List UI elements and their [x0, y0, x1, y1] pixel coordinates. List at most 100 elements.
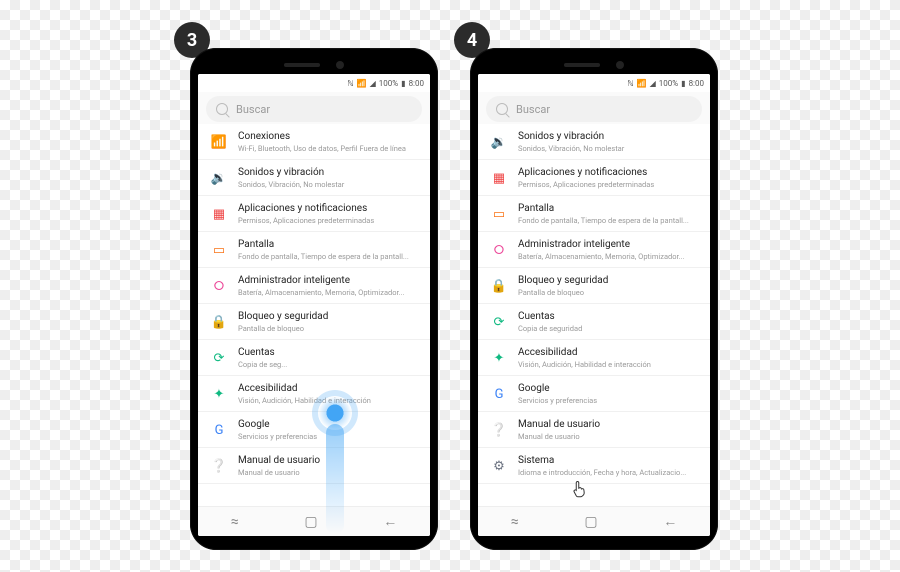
settings-item-title: Sonidos y vibración: [238, 167, 418, 179]
settings-item[interactable]: ❔ Manual de usuarioManual de usuario: [478, 412, 710, 448]
settings-item[interactable]: ✦ AccesibilidadVisión, Audición, Habilida…: [478, 340, 710, 376]
settings-item-title: Aplicaciones y notificaciones: [238, 203, 418, 215]
nfc-icon: ℕ: [627, 79, 633, 88]
settings-item[interactable]: ▭ PantallaFondo de pantalla, Tiempo de es…: [478, 196, 710, 232]
settings-item[interactable]: 🔉Sonidos y vibraciónSonidos, Vibración, …: [478, 124, 710, 160]
settings-item-subtitle: Batería, Almacenamiento, Memoria, Optimi…: [238, 288, 418, 297]
settings-item-title: Conexiones: [238, 131, 418, 143]
settings-item-subtitle: Copia de seg...: [238, 360, 418, 369]
settings-item-title: Sonidos y vibración: [518, 131, 698, 143]
settings-item-subtitle: Sonidos, Vibración, No molestar: [238, 180, 418, 189]
battery-text: 100%: [659, 79, 678, 88]
nav-recent-button[interactable]: ≈: [497, 510, 533, 534]
settings-item-title: Accesibilidad: [238, 383, 418, 395]
settings-item-title: Google: [518, 383, 698, 395]
settings-item-title: Bloqueo y seguridad: [518, 275, 698, 287]
settings-item[interactable]: 🔉 Sonidos y vibraciónSonidos, Vibración, …: [198, 160, 430, 196]
nav-back-button[interactable]: ←: [649, 509, 691, 534]
settings-item[interactable]: G GoogleServicios y preferencias: [478, 376, 710, 412]
settings-item-subtitle: Visión, Audición, Habilidad e interacció…: [518, 360, 698, 369]
settings-item[interactable]: 🔒 Bloqueo y seguridadPantalla de bloqueo: [198, 304, 430, 340]
manual-icon: ❔: [490, 421, 508, 439]
settings-item[interactable]: 🔒 Bloqueo y seguridadPantalla de bloqueo: [478, 268, 710, 304]
search-input[interactable]: Buscar: [206, 96, 422, 122]
system-icon: ⚙: [490, 457, 508, 475]
battery-icon: ▮: [401, 79, 405, 88]
signal-status-icon: ◢: [370, 79, 376, 88]
settings-item-title: Bloqueo y seguridad: [238, 311, 418, 323]
display-icon: ▭: [490, 205, 508, 223]
a11y-icon: ✦: [210, 385, 228, 403]
nav-recent-button[interactable]: ≈: [217, 510, 253, 534]
settings-item[interactable]: ▭ PantallaFondo de pantalla, Tiempo de es…: [198, 232, 430, 268]
settings-item-title: Accesibilidad: [518, 347, 698, 359]
apps-icon: ▦: [210, 205, 228, 223]
settings-item-title: Sistema: [518, 455, 698, 467]
phone-step-4: ℕ 📶 ◢ 100% ▮ 8:00 Buscar 🔉Sonidos y vibr…: [470, 48, 718, 550]
phone-screen: ℕ 📶 ◢ 100% ▮ 8:00 Buscar 🔉Sonidos y vibr…: [478, 74, 710, 536]
settings-item-subtitle: Idioma e introducción, Fecha y hora, Act…: [518, 468, 698, 477]
settings-item-subtitle: Manual de usuario: [518, 432, 698, 441]
settings-item-title: Manual de usuario: [518, 419, 698, 431]
manual-icon: ❔: [210, 457, 228, 475]
settings-item-title: Pantalla: [238, 239, 418, 251]
battery-text: 100%: [379, 79, 398, 88]
settings-item-subtitle: Batería, Almacenamiento, Memoria, Optimi…: [518, 252, 698, 261]
settings-item-subtitle: Servicios y preferencias: [518, 396, 698, 405]
wifi-icon: 📶: [210, 133, 228, 151]
settings-item-subtitle: Fondo de pantalla, Tiempo de espera de l…: [238, 252, 418, 261]
display-icon: ▭: [210, 241, 228, 259]
settings-item-title: Cuentas: [518, 311, 698, 323]
settings-item-subtitle: Copia de seguridad: [518, 324, 698, 333]
settings-item-title: Cuentas: [238, 347, 418, 359]
phone-sensors: [198, 56, 430, 74]
settings-item[interactable]: GGoogleServicios y preferencias: [198, 412, 430, 448]
search-input[interactable]: Buscar: [486, 96, 702, 122]
settings-item-subtitle: Pantalla de bloqueo: [238, 324, 418, 333]
sound-icon: 🔉: [210, 169, 228, 187]
lock-icon: 🔒: [490, 277, 508, 295]
settings-item[interactable]: ▦ Aplicaciones y notificacionesPermisos, …: [198, 196, 430, 232]
settings-list[interactable]: 📶 ConexionesWi-Fi, Bluetooth, Uso de dato…: [198, 124, 430, 506]
settings-item-subtitle: Fondo de pantalla, Tiempo de espera de l…: [518, 216, 698, 225]
phone-screen: ℕ 📶 ◢ 100% ▮ 8:00 Buscar 📶 ConexionesWi-F…: [198, 74, 430, 536]
settings-item-subtitle: Permisos, Aplicaciones predeterminadas: [238, 216, 418, 225]
google-icon: G: [490, 385, 508, 403]
search-icon: [216, 103, 228, 115]
settings-item[interactable]: 📶 ConexionesWi-Fi, Bluetooth, Uso de dato…: [198, 124, 430, 160]
settings-item-subtitle: Wi-Fi, Bluetooth, Uso de datos, Perfil F…: [238, 144, 418, 153]
apps-icon: ▦: [490, 169, 508, 187]
settings-item[interactable]: ⭘Administrador inteligenteBatería, Almac…: [198, 268, 430, 304]
nav-home-button[interactable]: ▢: [570, 510, 611, 534]
a11y-icon: ✦: [490, 349, 508, 367]
nav-back-button[interactable]: ←: [369, 509, 411, 534]
settings-item-subtitle: Sonidos, Vibración, No molestar: [518, 144, 698, 153]
phone-step-3: ℕ 📶 ◢ 100% ▮ 8:00 Buscar 📶 ConexionesWi-F…: [190, 48, 438, 550]
settings-item[interactable]: ⚙ SistemaIdioma e introducción, Fecha y h…: [478, 448, 710, 484]
accounts-icon: ⟳: [210, 349, 228, 367]
settings-list[interactable]: 🔉Sonidos y vibraciónSonidos, Vibración, …: [478, 124, 710, 506]
tap-cursor-indicator: [570, 478, 590, 500]
settings-item[interactable]: ❔Manual de usuarioManual de usuario: [198, 448, 430, 484]
settings-item[interactable]: ▦Aplicaciones y notificacionesPermisos, …: [478, 160, 710, 196]
status-bar: ℕ 📶 ◢ 100% ▮ 8:00: [478, 74, 710, 92]
status-bar: ℕ 📶 ◢ 100% ▮ 8:00: [198, 74, 430, 92]
nfc-icon: ℕ: [347, 79, 353, 88]
nav-bar: ≈ ▢ ←: [198, 506, 430, 536]
search-placeholder: Buscar: [236, 103, 270, 116]
swipe-touch-indicator: [318, 396, 352, 430]
settings-item-title: Administrador inteligente: [238, 275, 418, 287]
battery-icon: ▮: [681, 79, 685, 88]
settings-item[interactable]: ⟳CuentasCopia de seguridad: [478, 304, 710, 340]
settings-item-title: Pantalla: [518, 203, 698, 215]
wifi-status-icon: 📶: [357, 79, 367, 88]
settings-item[interactable]: ✦AccesibilidadVisión, Audición, Habilida…: [198, 376, 430, 412]
settings-item[interactable]: ⟳ CuentasCopia de seg...: [198, 340, 430, 376]
settings-item-subtitle: Pantalla de bloqueo: [518, 288, 698, 297]
search-icon: [496, 103, 508, 115]
settings-item[interactable]: ⭘Administrador inteligenteBatería, Almac…: [478, 232, 710, 268]
signal-status-icon: ◢: [650, 79, 656, 88]
lock-icon: 🔒: [210, 313, 228, 331]
clock-text: 8:00: [689, 79, 704, 88]
settings-item-subtitle: Permisos, Aplicaciones predeterminadas: [518, 180, 698, 189]
